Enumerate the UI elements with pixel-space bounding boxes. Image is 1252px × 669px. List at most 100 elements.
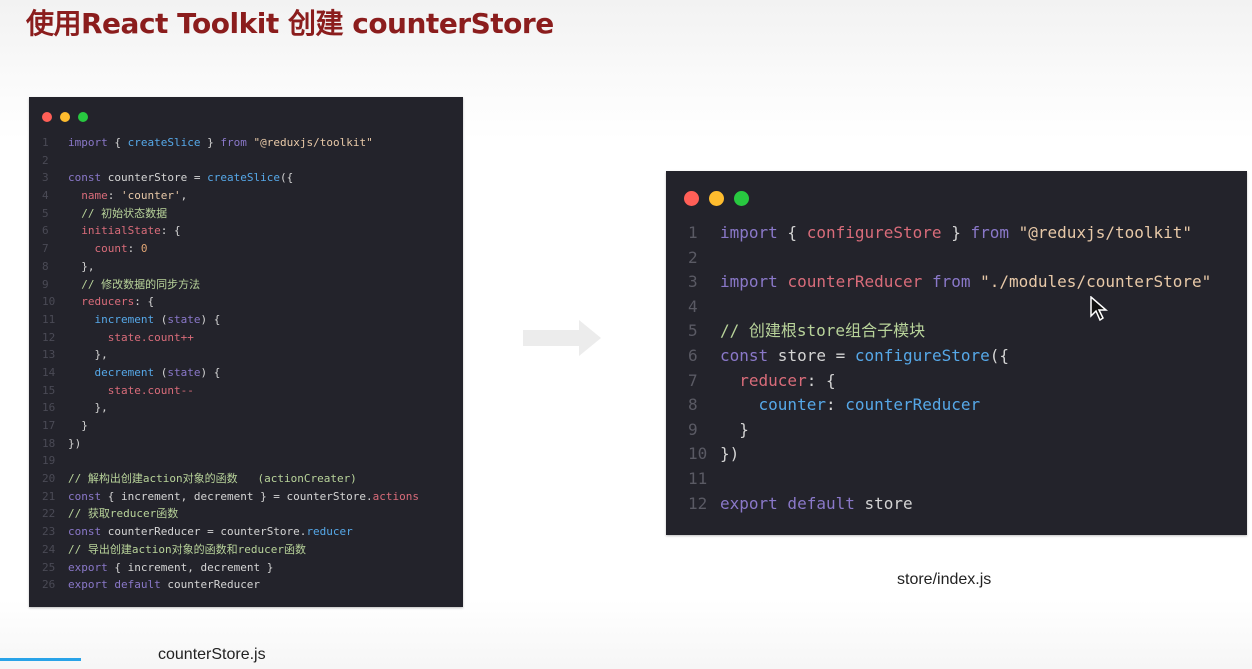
- progress-indicator: [0, 658, 81, 661]
- code-token: // 获取reducer函数: [68, 507, 179, 521]
- code-line: 6 initialState: {: [42, 222, 419, 240]
- code-token: const: [68, 489, 102, 503]
- code-window-store-index: 1 import { configureStore } from "@reduxj…: [666, 171, 1247, 535]
- code-token: // 导出创建action对象的函数和reducer函数: [68, 542, 306, 556]
- code-line: 6 const store = configureStore({: [688, 344, 1211, 369]
- line-number: 15: [42, 383, 56, 397]
- code-token: const: [68, 171, 102, 185]
- code-token: ({: [279, 171, 294, 185]
- line-number: 9: [688, 419, 698, 439]
- code-token: name: [68, 189, 108, 203]
- line-number: 9: [42, 277, 49, 291]
- line-number: 18: [42, 436, 56, 450]
- code-token: store =: [768, 345, 855, 365]
- code-token: state.count++: [68, 330, 194, 344]
- line-number: 14: [42, 365, 56, 379]
- code-line: 17 }: [42, 417, 419, 435]
- code-line: 1 import { createSlice } from "@reduxjs/t…: [42, 134, 419, 152]
- code-token: // 修改数据的同步方法: [68, 277, 201, 291]
- line-number: 17: [42, 419, 56, 432]
- code-line: 3 const counterStore = createSlice({: [42, 169, 419, 187]
- caption-store-index: store/index.js: [897, 571, 992, 588]
- code-line: 19: [42, 452, 419, 470]
- code-line: 5 // 初始状态数据: [42, 205, 419, 223]
- code-token: state: [167, 365, 201, 379]
- code-line: 20 // 解构出创建action对象的函数 (actionCreater): [42, 470, 419, 488]
- code-token: from: [931, 272, 971, 292]
- code-line: 26 export default counterReducer: [42, 576, 419, 594]
- code-line: 8 },: [42, 258, 419, 276]
- code-token: counterReducer: [787, 272, 923, 292]
- code-token: import: [68, 136, 108, 149]
- code-line: 5 // 创建根store组合子模块: [688, 319, 1211, 344]
- code-block-store-index: 1 import { configureStore } from "@reduxj…: [688, 221, 1211, 516]
- code-token: count: [68, 242, 128, 256]
- code-line: 25 export { increment, decrement }: [42, 559, 419, 577]
- line-number: 22: [42, 507, 56, 521]
- line-number: 1: [42, 136, 49, 149]
- line-number: 24: [42, 542, 56, 556]
- code-line: 2: [688, 246, 1211, 271]
- slide-title: 使用React Toolkit 创建 counterStore: [26, 7, 554, 40]
- code-token: :: [107, 189, 121, 203]
- code-token: {: [777, 223, 807, 242]
- code-line: 9 }: [688, 418, 1211, 443]
- code-token: : {: [160, 224, 181, 238]
- line-number: 12: [42, 330, 56, 344]
- code-line: 18}): [42, 435, 419, 453]
- code-token: :: [127, 242, 141, 256]
- minimize-dot-icon: [709, 191, 724, 206]
- code-token: store: [854, 493, 913, 513]
- code-line: 8 counter: counterReducer: [688, 393, 1211, 418]
- code-token: // 解构出创建action对象的函数 (actionCreater): [68, 472, 357, 486]
- line-number: 26: [42, 578, 56, 592]
- code-token: },: [68, 348, 108, 362]
- code-token: ) {: [200, 312, 221, 326]
- code-token: "@reduxjs/toolkit": [253, 136, 373, 149]
- code-line: 3 import counterReducer from "./modules/c…: [688, 270, 1211, 295]
- line-number: 19: [42, 454, 56, 468]
- line-number: 11: [42, 312, 56, 326]
- line-number: 8: [42, 259, 49, 273]
- line-number: 6: [688, 345, 698, 365]
- code-line: 14 decrement (state) {: [42, 364, 419, 382]
- code-line: 9 // 修改数据的同步方法: [42, 276, 419, 294]
- line-number: 23: [42, 525, 56, 539]
- code-token: }: [941, 223, 971, 242]
- code-token: ,: [180, 189, 188, 203]
- code-line: 2: [42, 152, 419, 170]
- mouse-cursor-icon: [1090, 296, 1108, 322]
- code-token: reducer: [720, 370, 807, 390]
- code-token: from: [220, 136, 247, 149]
- line-number: 21: [42, 489, 56, 503]
- code-token: counterStore =: [101, 171, 208, 185]
- line-number: 8: [688, 395, 698, 415]
- code-token: { increment, decrement } = counterStore.: [101, 489, 373, 503]
- code-token: 0: [140, 242, 148, 256]
- code-token: }): [68, 436, 82, 450]
- code-token: reducers: [68, 295, 135, 309]
- line-number: 5: [42, 206, 49, 220]
- code-token: }: [68, 419, 88, 432]
- code-token: decrement: [68, 365, 155, 379]
- code-line: 1 import { configureStore } from "@reduxj…: [688, 221, 1211, 246]
- window-controls: [42, 112, 96, 122]
- code-line: 13 },: [42, 346, 419, 364]
- code-token: },: [68, 259, 95, 273]
- code-line: 24 // 导出创建action对象的函数和reducer函数: [42, 541, 419, 559]
- code-block-counterstore: 1 import { createSlice } from "@reduxjs/t…: [42, 134, 419, 594]
- code-token: }: [720, 419, 749, 439]
- line-number: 12: [688, 493, 708, 513]
- code-token: ({: [989, 345, 1009, 365]
- line-number: 3: [42, 171, 49, 185]
- code-token: counterReducer = counterStore.: [101, 525, 307, 539]
- line-number: 4: [688, 296, 698, 316]
- line-number: 10: [42, 295, 56, 309]
- code-token: createSlice: [127, 136, 201, 149]
- code-token: initialState: [68, 224, 161, 238]
- code-token: (: [154, 365, 168, 379]
- code-token: ) {: [200, 365, 221, 379]
